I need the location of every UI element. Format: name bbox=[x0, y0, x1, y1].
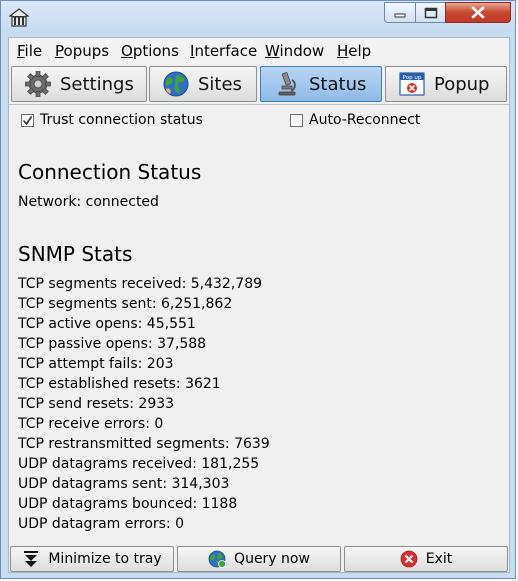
app-house-icon bbox=[9, 8, 29, 27]
connection-status-heading: Connection Status bbox=[18, 160, 202, 184]
globe-icon bbox=[163, 71, 189, 97]
tab-status-label: Status bbox=[309, 73, 367, 95]
tab-popup-label: Popup bbox=[434, 73, 490, 95]
menu-window[interactable]: Window bbox=[265, 42, 324, 60]
gear-icon bbox=[25, 71, 51, 97]
stat-line: TCP established resets: 3621 bbox=[18, 376, 221, 392]
menu-window-accel: W bbox=[265, 42, 280, 60]
menu-help-rest: elp bbox=[348, 42, 372, 60]
stat-line: TCP segments sent: 6,251,862 bbox=[18, 296, 233, 312]
auto-reconnect-label: Auto-Reconnect bbox=[309, 112, 421, 128]
menu-bar: File Popups Options Interface Window Hel… bbox=[9, 38, 509, 64]
network-status-text: Network: connected bbox=[18, 194, 159, 210]
close-icon bbox=[471, 6, 485, 19]
minimize-to-tray-button[interactable]: Minimize to tray bbox=[10, 546, 174, 572]
stat-line: UDP datagrams sent: 314,303 bbox=[18, 476, 230, 492]
menu-popups-accel: P bbox=[55, 42, 64, 60]
bottom-button-bar: Minimize to tray Query now Exit bbox=[9, 544, 509, 574]
close-window-button[interactable] bbox=[445, 2, 511, 23]
stat-line: TCP segments received: 5,432,789 bbox=[18, 276, 263, 292]
menu-options[interactable]: Options bbox=[121, 42, 179, 60]
globe-refresh-icon bbox=[208, 550, 226, 568]
tab-sites[interactable]: Sites bbox=[149, 66, 257, 102]
popup-icon-text: Pop up bbox=[403, 75, 422, 81]
stat-line: TCP send resets: 2933 bbox=[18, 396, 175, 412]
auto-reconnect-box[interactable] bbox=[290, 113, 303, 127]
popup-icon: Pop up bbox=[399, 72, 425, 96]
stat-line: TCP attempt fails: 203 bbox=[18, 356, 174, 372]
stat-line: UDP datagrams received: 181,255 bbox=[18, 456, 260, 472]
menu-file-accel: F bbox=[17, 42, 25, 60]
menu-file[interactable]: File bbox=[17, 42, 42, 60]
menu-interface-rest: nterface bbox=[194, 42, 258, 60]
menu-popups[interactable]: Popups bbox=[55, 42, 109, 60]
menu-options-rest: ptions bbox=[132, 42, 179, 60]
maximize-window-button[interactable] bbox=[415, 2, 446, 23]
app-window: File Popups Options Interface Window Hel… bbox=[0, 0, 516, 579]
microscope-icon bbox=[278, 72, 296, 96]
double-down-arrow-icon bbox=[24, 551, 39, 567]
exit-label: Exit bbox=[425, 551, 453, 567]
tab-bar: Settings Sites Status Pop up Popup bbox=[9, 66, 509, 104]
menu-help-accel: H bbox=[337, 42, 349, 60]
minimize-icon bbox=[394, 13, 406, 17]
stat-line: UDP datagram errors: 0 bbox=[18, 516, 185, 532]
stat-line: TCP receive errors: 0 bbox=[18, 416, 164, 432]
snmp-stats-heading: SNMP Stats bbox=[18, 242, 133, 266]
tab-popup[interactable]: Pop up Popup bbox=[385, 66, 507, 102]
menu-popups-rest: opups bbox=[63, 42, 110, 60]
minimize-to-tray-label: Minimize to tray bbox=[48, 551, 162, 567]
checkmark-icon bbox=[22, 115, 33, 125]
trust-connection-checkbox[interactable]: Trust connection status bbox=[21, 112, 203, 128]
trust-connection-box[interactable] bbox=[21, 113, 34, 127]
menu-interface[interactable]: Interface bbox=[190, 42, 257, 60]
auto-reconnect-checkbox[interactable]: Auto-Reconnect bbox=[290, 112, 420, 128]
stat-line: TCP restransmitted segments: 7639 bbox=[18, 436, 270, 452]
tab-settings[interactable]: Settings bbox=[11, 66, 147, 102]
maximize-icon bbox=[424, 7, 437, 18]
tab-sites-label: Sites bbox=[198, 73, 242, 95]
client-area: File Popups Options Interface Window Hel… bbox=[8, 37, 510, 573]
menu-options-accel: O bbox=[121, 42, 133, 60]
tab-settings-label: Settings bbox=[60, 73, 134, 95]
minimize-window-button[interactable] bbox=[384, 2, 416, 23]
trust-connection-label: Trust connection status bbox=[40, 112, 203, 128]
tab-status[interactable]: Status bbox=[260, 66, 382, 102]
exit-icon bbox=[400, 550, 418, 568]
menu-file-rest: ile bbox=[24, 42, 43, 60]
title-bar[interactable] bbox=[1, 1, 515, 33]
stat-line: TCP active opens: 45,551 bbox=[18, 316, 196, 332]
menu-help[interactable]: Help bbox=[337, 42, 371, 60]
stat-line: TCP passive opens: 37,588 bbox=[18, 336, 207, 352]
exit-button[interactable]: Exit bbox=[344, 546, 508, 572]
menu-window-rest: indow bbox=[279, 42, 325, 60]
query-now-label: Query now bbox=[234, 551, 310, 567]
query-now-button[interactable]: Query now bbox=[177, 546, 341, 572]
tab-separator bbox=[9, 104, 509, 105]
stat-line: UDP datagrams bounced: 1188 bbox=[18, 496, 238, 512]
